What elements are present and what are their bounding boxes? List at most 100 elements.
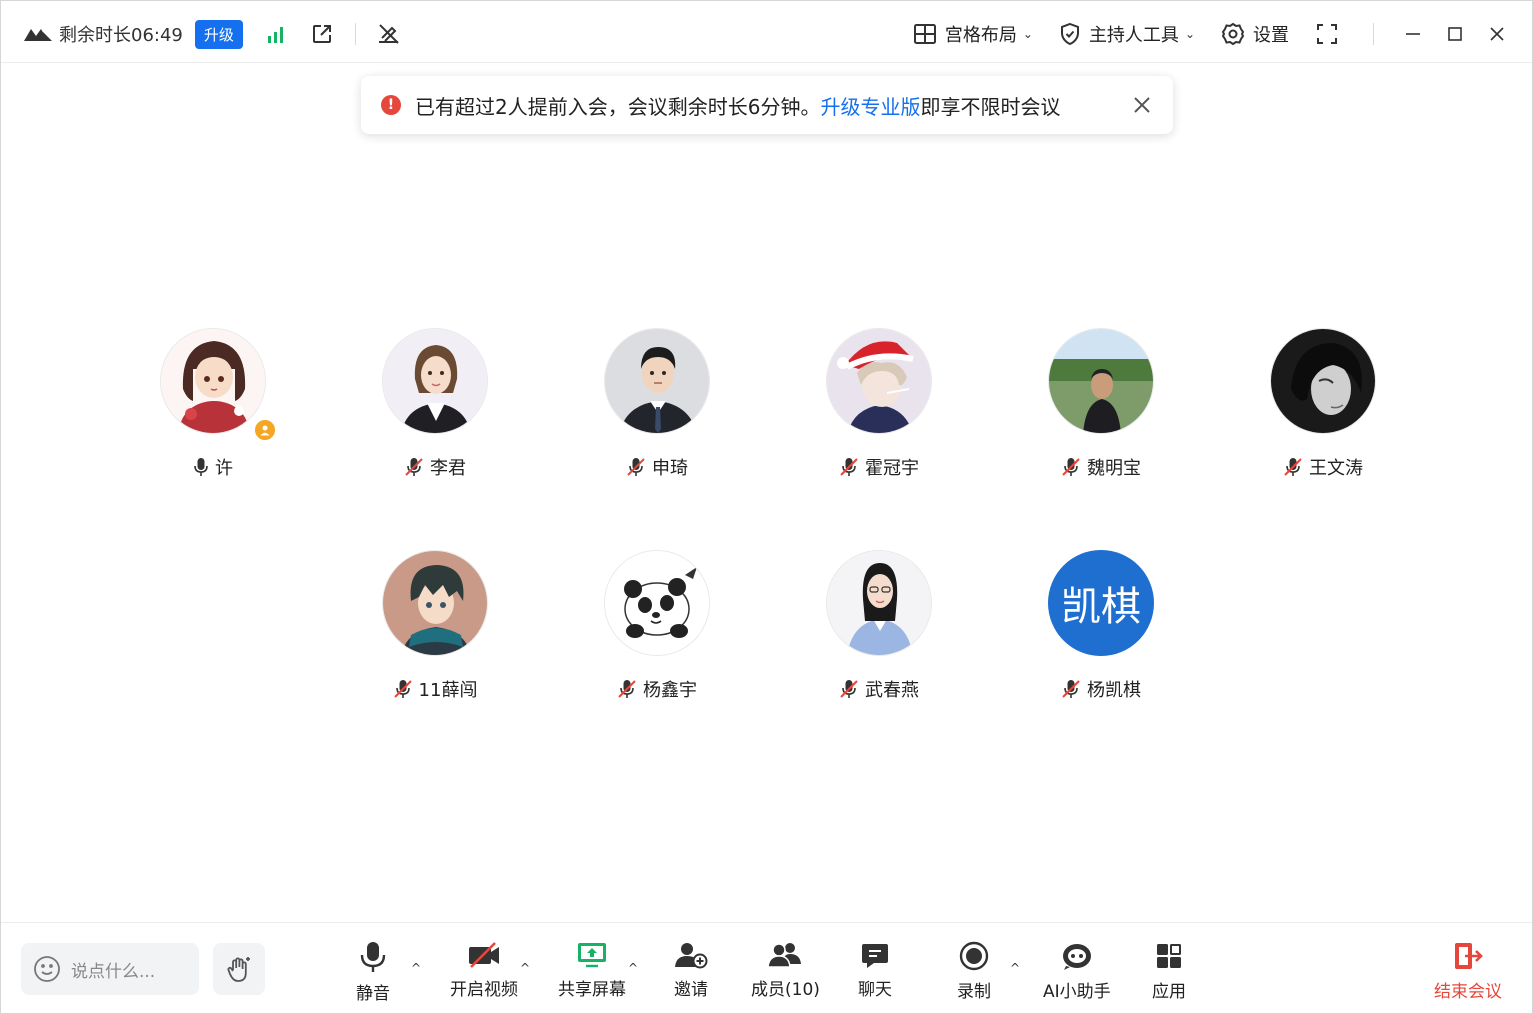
participant-name: 杨鑫宇: [557, 676, 757, 702]
maximize-button[interactable]: [1434, 18, 1476, 50]
record-icon: [959, 941, 989, 971]
man-suit-avatar: [604, 328, 710, 434]
participant-name: 李君: [335, 454, 535, 480]
participant-tile[interactable]: 凯棋 杨凯棋: [1001, 550, 1201, 710]
maximize-icon: [1448, 27, 1462, 41]
participant-tile[interactable]: 霍冠宇: [779, 328, 979, 488]
woman-suit-avatar: [382, 328, 488, 434]
participant-name: 11薛闯: [335, 676, 535, 702]
microphone-icon: [360, 942, 386, 972]
title-bar-left: 剩余时长06:49 升级: [23, 18, 402, 50]
grid-layout-icon: [913, 24, 936, 44]
apps-button[interactable]: 应用: [1152, 941, 1186, 1002]
microphone-muted-icon: [1062, 458, 1080, 476]
upgrade-button[interactable]: 升级: [194, 19, 243, 49]
chat-placeholder: 说点什么...: [71, 961, 156, 982]
exit-icon: [1455, 943, 1483, 969]
notice-text: 已有超过2人提前入会，会议剩余时长6分钟。: [415, 94, 821, 119]
participant-name: 杨凯棋: [1001, 676, 1201, 702]
close-icon[interactable]: [1131, 94, 1153, 116]
participant-tile[interactable]: 王文涛: [1223, 328, 1423, 488]
record-label: 录制: [957, 982, 991, 1002]
host-tools-menu[interactable]: 主持人工具 ⌄: [1059, 21, 1195, 47]
close-button[interactable]: [1476, 18, 1518, 50]
participant-tile[interactable]: 魏明宝: [1001, 328, 1201, 488]
mute-label: 静音: [356, 984, 390, 1004]
divider: [1373, 23, 1374, 45]
chat-input[interactable]: 说点什么...: [21, 943, 199, 995]
participant-tile[interactable]: 11薛闯: [335, 550, 535, 710]
mute-button[interactable]: 静音: [356, 941, 390, 1004]
participant-tile[interactable]: 许: [113, 328, 313, 488]
microphone-muted-icon: [618, 680, 636, 698]
participant-tile[interactable]: 申琦: [557, 328, 757, 488]
apps-label: 应用: [1152, 982, 1186, 1002]
video-button[interactable]: 开启视频: [450, 941, 518, 1000]
participant-tile[interactable]: 李君: [335, 328, 535, 488]
microphone-muted-icon: [1284, 458, 1302, 476]
share-screen-icon: [578, 943, 606, 968]
end-meeting-button[interactable]: 结束会议: [1434, 941, 1502, 1002]
participant-name: 许: [113, 454, 313, 480]
text-avatar: 凯棋: [1048, 550, 1154, 656]
share-screen-label: 共享屏幕: [558, 980, 626, 1000]
chevron-down-icon: ⌄: [1022, 27, 1033, 41]
title-bar: 剩余时长06:49 升级 宫格布局 ⌄ 主持人工具 ⌄ 设置: [1, 1, 1532, 63]
mute-options-caret[interactable]: ^: [411, 961, 421, 975]
alert-icon: !: [381, 95, 401, 115]
raise-hand-button[interactable]: [213, 943, 265, 995]
participant-name: 王文涛: [1223, 454, 1423, 480]
host-tools-label: 主持人工具: [1088, 25, 1179, 46]
participant-tile[interactable]: 武春燕: [779, 550, 979, 710]
ai-assistant-icon: [1062, 944, 1091, 970]
app-logo-icon: [24, 29, 52, 41]
annotation-off-icon[interactable]: [376, 21, 402, 47]
santa-hat-avatar: [826, 328, 932, 434]
dark-hair-avatar: [1270, 328, 1376, 434]
chevron-down-icon: ⌄: [1184, 27, 1195, 41]
upgrade-pro-link[interactable]: 升级专业版: [820, 91, 920, 120]
anime-girl-avatar: [160, 328, 266, 434]
participant-name: 霍冠宇: [779, 454, 979, 480]
lake-man-avatar: [1048, 328, 1154, 434]
meeting-window: 剩余时长06:49 升级 宫格布局 ⌄ 主持人工具 ⌄ 设置 ! 已有超过2人提…: [0, 0, 1533, 1014]
signal-icon[interactable]: [263, 21, 289, 47]
record-button[interactable]: 录制: [957, 941, 991, 1002]
fullscreen-icon: [1317, 24, 1337, 44]
video-label: 开启视频: [450, 980, 518, 1000]
title-bar-right: 宫格布局 ⌄ 主持人工具 ⌄ 设置: [913, 18, 1532, 50]
members-button[interactable]: 成员(10): [751, 941, 820, 1000]
layout-label: 宫格布局: [944, 25, 1017, 46]
time-limit-notice: ! 已有超过2人提前入会，会议剩余时长6分钟。 升级专业版 即享不限时会议: [361, 76, 1173, 134]
chat-label: 聊天: [858, 980, 892, 1000]
record-options-caret[interactable]: ^: [1010, 961, 1020, 975]
participant-tile[interactable]: 杨鑫宇: [557, 550, 757, 710]
minimize-icon: [1406, 33, 1420, 35]
fullscreen-button[interactable]: [1315, 22, 1347, 46]
ai-assistant-button[interactable]: AI小助手: [1043, 941, 1111, 1002]
minimize-button[interactable]: [1392, 18, 1434, 50]
share-options-caret[interactable]: ^: [628, 961, 638, 975]
settings-label: 设置: [1253, 25, 1289, 46]
share-screen-button[interactable]: 共享屏幕: [558, 941, 626, 1000]
woman-shirt-avatar: [826, 550, 932, 656]
raise-hand-icon: [227, 957, 250, 982]
video-off-icon: [469, 942, 499, 968]
panda-avatar: [604, 550, 710, 656]
popout-icon[interactable]: [309, 21, 335, 47]
settings-button[interactable]: 设置: [1221, 21, 1289, 47]
microphone-icon: [194, 458, 208, 476]
emoji-icon: [34, 956, 60, 982]
end-meeting-label: 结束会议: [1434, 982, 1502, 1002]
close-icon: [1490, 27, 1504, 41]
participant-name: 魏明宝: [1001, 454, 1201, 480]
remaining-time: 剩余时长06:49: [59, 25, 183, 46]
chat-icon: [862, 944, 888, 968]
layout-menu[interactable]: 宫格布局 ⌄: [913, 21, 1033, 47]
invite-button[interactable]: 邀请: [674, 941, 708, 1000]
video-options-caret[interactable]: ^: [520, 961, 530, 975]
chat-button[interactable]: 聊天: [858, 941, 892, 1000]
apps-icon: [1157, 944, 1181, 968]
members-icon: [767, 943, 802, 968]
microphone-muted-icon: [627, 458, 645, 476]
